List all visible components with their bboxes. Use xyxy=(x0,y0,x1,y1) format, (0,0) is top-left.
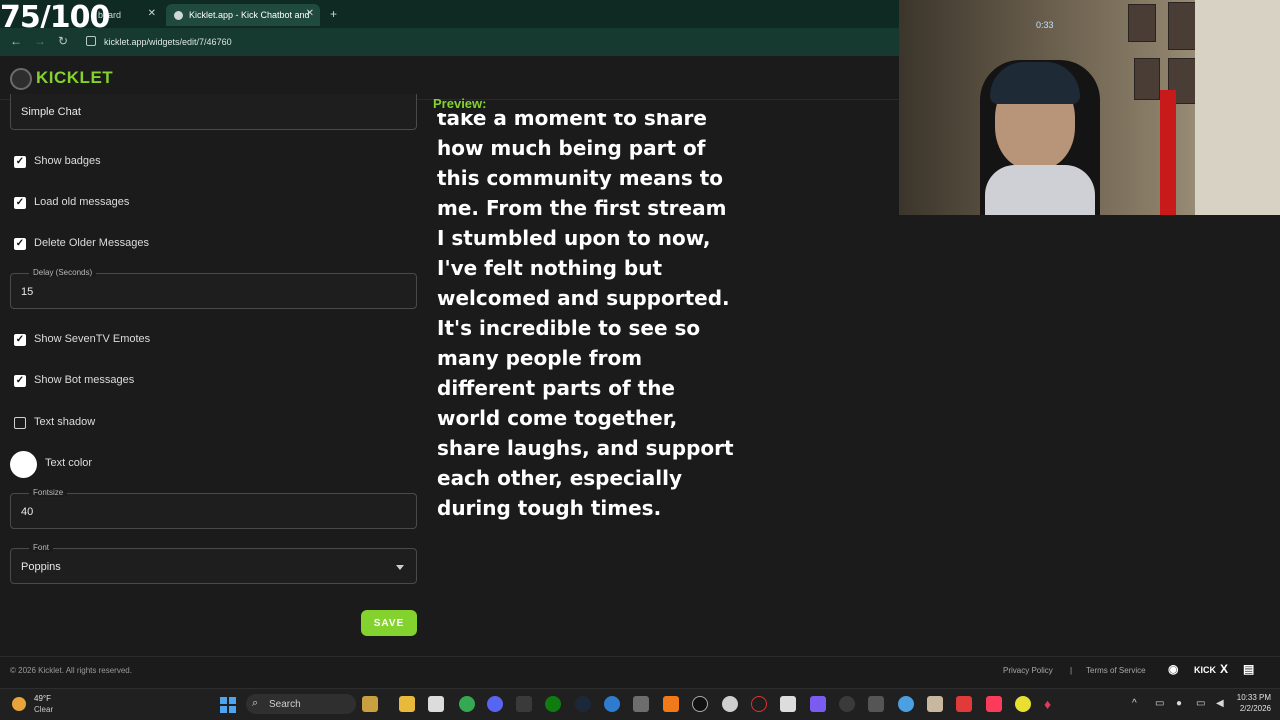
app-icon[interactable] xyxy=(780,696,796,712)
windows-start-icon[interactable] xyxy=(220,697,236,713)
webcam-door xyxy=(1195,0,1280,215)
style-value: Simple Chat xyxy=(21,106,81,118)
show-seventv-emotes-label: Show SevenTV Emotes xyxy=(34,333,151,345)
show-seventv-emotes-checkbox[interactable]: ✓ xyxy=(14,334,26,346)
text-color-swatch[interactable] xyxy=(10,451,37,478)
wall-poster xyxy=(1128,4,1156,42)
app-icon[interactable] xyxy=(956,696,972,712)
preview-message: take a moment to share how much being pa… xyxy=(437,113,734,520)
document-icon[interactable]: ▤ xyxy=(1243,662,1254,676)
copyright-text: © 2026 Kicklet. All rights reserved. xyxy=(10,666,132,675)
site-info-icon[interactable] xyxy=(86,36,96,46)
close-icon[interactable]: ✕ xyxy=(306,8,314,19)
fontsize-value: 40 xyxy=(21,506,34,518)
epic-games-icon[interactable] xyxy=(516,696,532,712)
show-bot-messages-label: Show Bot messages xyxy=(34,374,135,386)
news-widget-icon[interactable] xyxy=(362,696,378,712)
app-icon[interactable] xyxy=(692,696,708,712)
pin-icon[interactable]: ♦ xyxy=(1044,696,1060,712)
chevron-down-icon xyxy=(396,565,404,570)
footer-divider xyxy=(0,656,1280,657)
discord-taskbar-icon[interactable] xyxy=(487,696,503,712)
delete-older-messages-checkbox[interactable]: ✓ xyxy=(14,238,26,250)
browser-tab-kicklet[interactable]: Kicklet.app - Kick Chatbot and ✕ xyxy=(166,4,320,26)
app-icon[interactable] xyxy=(810,696,826,712)
close-icon[interactable]: ✕ xyxy=(148,8,156,19)
new-tab-button[interactable]: + xyxy=(330,7,337,21)
favicon-icon xyxy=(174,10,183,20)
app-icon[interactable] xyxy=(663,696,679,712)
app-icon[interactable] xyxy=(898,696,914,712)
preview-area: take a moment to share how much being pa… xyxy=(433,113,753,533)
reload-icon[interactable]: ↻ xyxy=(58,34,68,48)
file-explorer-icon[interactable] xyxy=(399,696,415,712)
clock-date[interactable]: 2/2/2026 xyxy=(1233,704,1271,713)
taskbar-search[interactable] xyxy=(246,694,356,714)
footer-separator: | xyxy=(1070,666,1073,675)
tab-label: Kicklet.app - Kick Chatbot and xyxy=(189,10,310,20)
logo-text[interactable]: KICKLET xyxy=(36,68,113,88)
music-icon[interactable] xyxy=(986,696,1002,712)
show-badges-checkbox[interactable]: ✓ xyxy=(14,156,26,168)
app-icon[interactable] xyxy=(751,696,767,712)
microphone-icon[interactable]: ● xyxy=(1176,698,1182,709)
load-old-messages-label: Load old messages xyxy=(34,196,130,208)
wall-poster xyxy=(1134,58,1160,100)
wall-poster xyxy=(1168,2,1198,50)
font-label: Font xyxy=(29,543,54,552)
text-shadow-checkbox[interactable] xyxy=(14,417,26,429)
obs-icon[interactable] xyxy=(722,696,738,712)
terms-of-service-link[interactable]: Terms of Service xyxy=(1086,666,1146,675)
text-shadow-label: Text shadow xyxy=(34,416,96,428)
display-icon[interactable]: ▭ xyxy=(1196,698,1205,709)
preview-label: Preview: xyxy=(433,96,487,111)
app-icon[interactable] xyxy=(839,696,855,712)
delay-input[interactable]: Delay (Seconds) 15 xyxy=(10,268,417,309)
webcam-hat xyxy=(990,62,1080,104)
taskbar-search-label: Search xyxy=(269,699,301,710)
save-button[interactable]: SAVE xyxy=(361,610,417,636)
app-icon[interactable] xyxy=(1015,696,1031,712)
fontsize-label: Fontsize xyxy=(29,488,68,497)
privacy-policy-link[interactable]: Privacy Policy xyxy=(1003,666,1053,675)
clock-time[interactable]: 10:33 PM xyxy=(1233,693,1271,702)
font-value: Poppins xyxy=(21,561,61,573)
show-badges-label: Show badges xyxy=(34,155,101,167)
address-bar[interactable]: kicklet.app/widgets/edit/7/46760 xyxy=(104,37,232,47)
search-icon: ⌕ xyxy=(252,697,259,709)
chevron-up-icon[interactable]: ^ xyxy=(1132,698,1137,709)
show-bot-messages-checkbox[interactable]: ✓ xyxy=(14,375,26,387)
kick-icon[interactable]: KICK xyxy=(1194,665,1216,675)
app-icon[interactable] xyxy=(604,696,620,712)
volume-icon[interactable]: ◀ xyxy=(1216,698,1224,709)
style-select[interactable]: Simple Chat xyxy=(10,94,417,130)
font-select[interactable]: Font Poppins xyxy=(10,543,417,584)
delay-label: Delay (Seconds) xyxy=(29,268,97,277)
minecraft-icon[interactable] xyxy=(633,696,649,712)
weather-icon[interactable] xyxy=(12,697,26,711)
text-color-label: Text color xyxy=(45,457,93,469)
load-old-messages-checkbox[interactable]: ✓ xyxy=(14,197,26,209)
weather-desc[interactable]: Clear xyxy=(34,705,53,714)
delete-older-messages-label: Delete Older Messages xyxy=(34,237,149,249)
weather-temp[interactable]: 49°F xyxy=(34,694,51,703)
discord-icon[interactable]: ◉ xyxy=(1168,662,1178,676)
kicklet-logo-icon[interactable] xyxy=(10,68,32,90)
fontsize-input[interactable]: Fontsize 40 xyxy=(10,488,417,529)
x-icon[interactable]: X xyxy=(1220,662,1228,676)
steam-icon[interactable] xyxy=(575,696,591,712)
store-icon[interactable] xyxy=(428,696,444,712)
forward-icon[interactable]: → xyxy=(34,34,46,48)
webcam-red-light xyxy=(1160,90,1176,215)
app-icon[interactable] xyxy=(868,696,884,712)
delay-value: 15 xyxy=(21,286,34,298)
chrome-icon[interactable] xyxy=(459,696,475,712)
xbox-icon[interactable] xyxy=(545,696,561,712)
app-icon[interactable] xyxy=(927,696,943,712)
webcam-shirt xyxy=(985,165,1095,215)
back-icon[interactable]: ← xyxy=(10,34,22,48)
webcam-clock: 0:33 xyxy=(1036,20,1054,30)
network-icon[interactable]: ▭ xyxy=(1155,698,1164,709)
